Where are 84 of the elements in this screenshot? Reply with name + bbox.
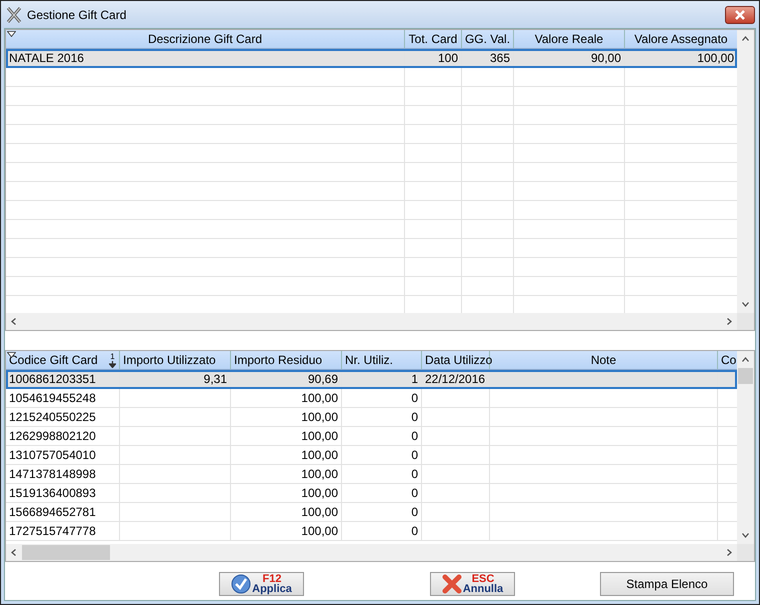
table-cell: 0: [411, 391, 418, 405]
vertical-scrollbar[interactable]: [737, 30, 754, 313]
table-cell: 90,00: [590, 51, 621, 65]
column-header[interactable]: Importo Residuo: [234, 353, 322, 367]
table-row[interactable]: 1054619455248 100,00 0: [6, 389, 737, 408]
column-header[interactable]: GG. Val.: [464, 32, 510, 46]
table-row[interactable]: 1215240550225 100,00 0: [6, 408, 737, 427]
table-cell: 100,00: [301, 410, 338, 424]
table-row[interactable]: 1471378148998 100,00 0: [6, 465, 737, 484]
scroll-right-icon[interactable]: [727, 549, 732, 556]
table-cell: 1727515747778: [9, 524, 96, 538]
scroll-down-icon[interactable]: [742, 533, 749, 538]
app-icon: [6, 6, 22, 22]
scroll-thumb[interactable]: [738, 368, 753, 384]
table-cell: 90,69: [308, 372, 338, 386]
column-header[interactable]: Note: [590, 353, 616, 367]
scrollbar-corner: [737, 313, 754, 330]
table-cell: 100,00: [301, 467, 338, 481]
window-title: Gestione Gift Card: [27, 8, 126, 22]
table-cell: 0: [411, 410, 418, 424]
scrollbar-corner: [737, 544, 754, 561]
sort-arrow-icon: [109, 360, 116, 368]
column-header[interactable]: Tot. Card: [408, 32, 458, 46]
table-cell: 22/12/2016: [425, 372, 486, 386]
horizontal-scrollbar[interactable]: [6, 544, 737, 561]
table-cell: 1566894652781: [9, 505, 96, 519]
column-header[interactable]: Nr. Utiliz.: [345, 353, 393, 367]
vertical-scrollbar[interactable]: [737, 351, 754, 544]
scroll-down-icon[interactable]: [742, 302, 749, 307]
close-icon: [734, 10, 746, 20]
table-row[interactable]: 1006861203351 9,31 90,69 1 22/12/2016: [6, 370, 737, 389]
table-cell: 100,00: [301, 486, 338, 500]
table-cell: 100,00: [301, 524, 338, 538]
dropdown-triangle-icon[interactable]: [7, 31, 16, 37]
column-header[interactable]: Valore Reale: [534, 32, 604, 46]
horizontal-scrollbar[interactable]: [6, 313, 737, 330]
table-row[interactable]: 1310757054010 100,00 0: [6, 446, 737, 465]
check-icon: [231, 574, 252, 594]
table-cell: 1054619455248: [9, 391, 96, 405]
table-row[interactable]: 1727515747778 100,00 0: [6, 522, 737, 541]
scroll-left-icon[interactable]: [11, 549, 16, 556]
table-cell: 1006861203351: [9, 372, 96, 386]
table-cell: 1262998802120: [9, 429, 96, 443]
table-cell: 0: [411, 505, 418, 519]
table-row[interactable]: 1566894652781 100,00 0: [6, 503, 737, 522]
close-button[interactable]: [725, 6, 755, 24]
scroll-thumb[interactable]: [22, 545, 110, 560]
table-cell: 0: [411, 524, 418, 538]
column-header[interactable]: Codice Gift Card: [9, 353, 98, 367]
table-row[interactable]: 1262998802120 100,00 0: [6, 427, 737, 446]
table-cell: NATALE 2016: [9, 51, 84, 65]
table-row[interactable]: NATALE 2016 100 365 90,00 100,00: [6, 49, 737, 68]
print-list-button[interactable]: Stampa Elenco: [600, 572, 734, 596]
table-cell: 0: [411, 486, 418, 500]
table-cell: 100,00: [301, 448, 338, 462]
scroll-left-icon[interactable]: [11, 318, 16, 325]
cancel-button[interactable]: ESC Annulla: [430, 572, 515, 596]
table-cell: 100,00: [697, 51, 734, 65]
column-header[interactable]: Descrizione Gift Card: [148, 32, 262, 46]
table-cell: 365: [490, 51, 510, 65]
apply-button[interactable]: F12 Applica: [219, 572, 304, 596]
table-cell: 1471378148998: [9, 467, 96, 481]
sort-order-number: 1: [110, 352, 115, 360]
table-cell: 0: [411, 467, 418, 481]
table-cell: 1310757054010: [9, 448, 96, 462]
table-cell: 100,00: [301, 429, 338, 443]
column-header[interactable]: Data Utilizzo: [425, 353, 492, 367]
table-cell: 1215240550225: [9, 410, 96, 424]
table-cell: 100: [438, 51, 458, 65]
scroll-up-icon[interactable]: [742, 357, 749, 362]
table-cell: 1: [411, 372, 418, 386]
scroll-up-icon[interactable]: [742, 36, 749, 41]
table-cell: 100,00: [301, 505, 338, 519]
table-cell: 0: [411, 429, 418, 443]
table-cell: 100,00: [301, 391, 338, 405]
column-header[interactable]: Valore Assegnato: [634, 32, 728, 46]
scroll-right-icon[interactable]: [727, 318, 732, 325]
column-header[interactable]: Co: [721, 353, 736, 367]
column-header[interactable]: Importo Utilizzato: [123, 353, 216, 367]
table-row[interactable]: 1519136400893 100,00 0: [6, 484, 737, 503]
table-cell: 1519136400893: [9, 486, 96, 500]
cross-icon: [442, 574, 462, 594]
table-cell: 9,31: [204, 372, 227, 386]
table-cell: 0: [411, 448, 418, 462]
